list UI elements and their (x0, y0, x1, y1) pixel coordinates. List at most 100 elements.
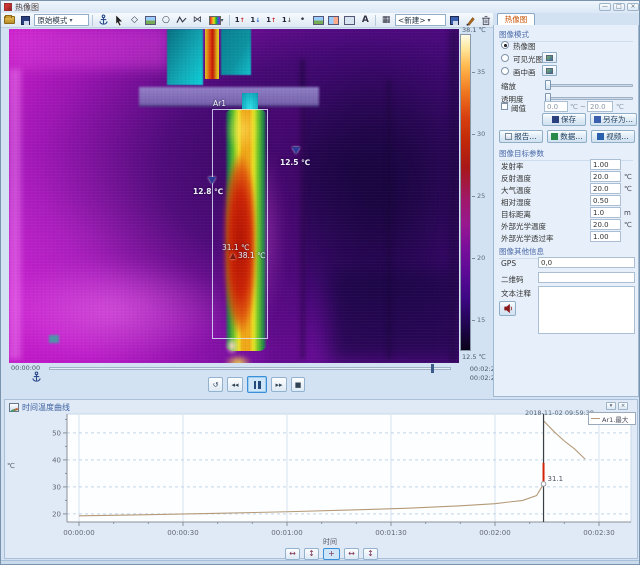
move-tool-button[interactable]: ◇ (128, 14, 142, 27)
delete-preset-button[interactable] (479, 14, 493, 27)
param-label: 反射温度 (501, 174, 531, 183)
atmosphere-temp-input[interactable] (590, 183, 621, 194)
up-arrow-icon: ↑ (239, 16, 245, 24)
colorbar-tick-label: 20 (477, 254, 486, 262)
distance-input[interactable] (590, 207, 621, 218)
pause-button[interactable] (247, 376, 267, 393)
title-bar: 热像图 (1, 1, 639, 13)
legend-series-name: Ar1.最大 (602, 415, 629, 424)
optics-temp-input[interactable] (590, 219, 621, 230)
thermal-view-button[interactable] (311, 14, 325, 27)
hot-spot-marker-button[interactable]: 1 ↑ (233, 14, 247, 27)
colorbar-tick (472, 72, 475, 73)
avg-spot-marker-button[interactable]: 1 ↑ (264, 14, 278, 27)
brush-tool-button[interactable] (464, 14, 478, 27)
reset-x-button[interactable]: ↔ (344, 548, 359, 560)
save-as-button[interactable]: 另存为… (590, 113, 637, 126)
save-preset-button[interactable] (448, 14, 462, 27)
video-export-button[interactable]: 视频… (591, 130, 635, 143)
opacity-slider-track[interactable] (545, 97, 633, 100)
scale-slider-track[interactable] (545, 84, 633, 87)
marker-triangle-right-icon[interactable] (292, 147, 300, 154)
svg-text:00:01:00: 00:01:00 (271, 529, 302, 537)
pause-icon (253, 380, 261, 389)
optics-transmission-input[interactable] (590, 231, 621, 242)
marker-left-value: 12.8 ℃ (193, 187, 224, 196)
polyline-tool-button[interactable] (175, 14, 189, 27)
image-tool-button[interactable] (143, 14, 157, 27)
note-textarea[interactable] (538, 286, 635, 334)
threshold-min-input[interactable] (544, 101, 568, 112)
fast-forward-button[interactable]: ▸▸ (271, 377, 287, 392)
visible-settings-button[interactable] (542, 52, 557, 63)
palette-select[interactable]: ▾ (206, 14, 226, 27)
radio-thermal-label: 热像图 (513, 42, 536, 51)
rewind-button[interactable]: ◂◂ (227, 377, 243, 392)
threshold-max-input[interactable] (587, 101, 613, 112)
temperature-chart[interactable]: 20 30 40 50 00:00:00 00:00:30 00:01:00 00:01:30… (5, 400, 639, 560)
data-export-button[interactable]: 数据… (547, 130, 587, 143)
svg-text:00:02:30: 00:02:30 (583, 529, 614, 537)
reflected-temp-input[interactable] (590, 171, 621, 182)
close-icon[interactable]: × (627, 3, 639, 11)
point-marker-button[interactable]: • (296, 14, 310, 27)
svg-text:00:00:00: 00:00:00 (63, 529, 94, 537)
open-file-button[interactable] (3, 14, 17, 27)
save-button[interactable]: 保存 (542, 113, 586, 126)
area-label: Ar1 (213, 99, 226, 108)
fusion-view-button[interactable] (343, 14, 357, 27)
marker-triangle-left-icon[interactable] (208, 177, 216, 184)
mode-select[interactable]: 原始模式 ▾ (34, 14, 90, 26)
radio-pip[interactable] (501, 67, 509, 75)
speaker-icon (503, 303, 512, 314)
threshold-min-unit: ℃ (570, 103, 578, 111)
cursor-tool-button[interactable] (112, 14, 126, 27)
video-icon (597, 133, 605, 140)
voice-note-button[interactable] (499, 301, 516, 316)
svg-text:30: 30 (52, 483, 61, 491)
radio-visible[interactable] (501, 54, 509, 62)
measurement-area-ar1[interactable] (212, 109, 268, 339)
threshold-checkbox[interactable] (501, 103, 508, 110)
replay-button[interactable]: ↺ (208, 377, 223, 392)
grid-view-button[interactable]: ▦ (379, 14, 393, 27)
anchor-tool-button[interactable] (96, 14, 110, 27)
qr-input[interactable] (538, 272, 635, 283)
temperature-colorbar (460, 34, 471, 351)
pan-button[interactable]: + (323, 548, 340, 560)
zoom-x-button[interactable]: ↔ (285, 548, 300, 560)
thermal-image-view[interactable]: Ar1 12.8 ℃ 12.5 ℃ 31.1 ℃ 38.1 ℃ (9, 29, 459, 363)
report-button[interactable]: 报告… (499, 130, 543, 143)
text-annotation-button[interactable]: A (359, 14, 373, 27)
timeline-track[interactable] (49, 367, 451, 370)
colorbar-tick-label: 25 (477, 192, 486, 200)
trash-icon (482, 15, 491, 25)
palette-icon (208, 15, 221, 25)
visible-view-button[interactable] (327, 14, 341, 27)
folder-icon (4, 15, 16, 24)
visible-view-icon (328, 15, 340, 25)
reset-y-button[interactable]: ↕ (363, 548, 378, 560)
stop-button[interactable]: ■ (291, 377, 305, 392)
timeline-anchor-icon[interactable] (31, 371, 42, 383)
svg-text:20: 20 (52, 510, 61, 518)
zoom-y-button[interactable]: ↕ (304, 548, 319, 560)
gps-input[interactable] (538, 257, 635, 268)
humidity-input[interactable] (590, 195, 621, 206)
minimize-icon[interactable]: — (599, 3, 611, 11)
cold-spot-marker-button[interactable]: 1 ↓ (249, 14, 263, 27)
maximize-icon[interactable]: □ (613, 3, 625, 11)
legend-line-sample (591, 418, 600, 419)
save-icon (552, 116, 559, 123)
emissivity-input[interactable] (590, 159, 621, 170)
scale-slider-thumb[interactable] (545, 80, 551, 90)
preset-select[interactable]: <新建> ▾ (394, 14, 446, 26)
radio-thermal[interactable] (501, 41, 509, 49)
timeline-thumb[interactable] (431, 364, 434, 373)
ellipse-tool-button[interactable]: ○ (159, 14, 173, 27)
save-file-button[interactable] (19, 14, 33, 27)
svg-text:40: 40 (52, 456, 61, 464)
pip-settings-button[interactable] (542, 65, 557, 76)
delta-spot-marker-button[interactable]: 1 ↓ (280, 14, 294, 27)
measure-tool-button[interactable]: ⋈ (191, 14, 205, 27)
